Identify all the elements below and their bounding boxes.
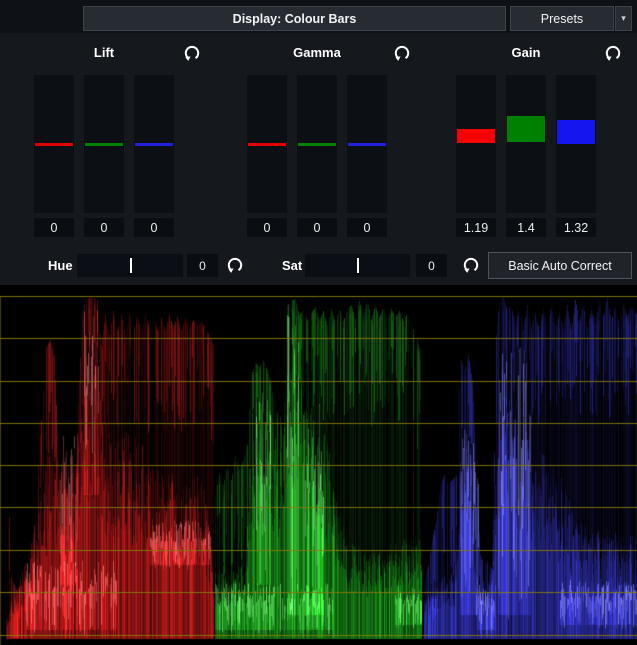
gamma-blue-handle[interactable] bbox=[348, 143, 386, 146]
hue-reset-icon[interactable] bbox=[226, 256, 244, 274]
hue-slider[interactable] bbox=[77, 254, 183, 277]
sat-value[interactable]: 0 bbox=[416, 254, 447, 277]
gamma-reset-icon[interactable] bbox=[393, 44, 411, 62]
gain-red-handle[interactable] bbox=[457, 129, 495, 143]
hue-value[interactable]: 0 bbox=[187, 254, 218, 277]
colour-correction-panel: Display: Colour Bars Presets ▾ Lift 0 0 … bbox=[0, 0, 637, 645]
gain-section-label: Gain bbox=[456, 45, 596, 62]
gamma-red-handle[interactable] bbox=[248, 143, 286, 146]
lift-green-value[interactable]: 0 bbox=[84, 218, 124, 237]
gain-green-value[interactable]: 1.4 bbox=[506, 218, 546, 237]
gamma-green-value[interactable]: 0 bbox=[297, 218, 337, 237]
presets-button[interactable]: Presets bbox=[510, 6, 614, 31]
lift-green-handle[interactable] bbox=[85, 143, 123, 146]
lift-red-value[interactable]: 0 bbox=[34, 218, 74, 237]
lift-section-label: Lift bbox=[34, 45, 174, 62]
gamma-red-value[interactable]: 0 bbox=[247, 218, 287, 237]
gain-green-slider[interactable] bbox=[506, 75, 546, 213]
gain-blue-value[interactable]: 1.32 bbox=[556, 218, 596, 237]
lift-red-handle[interactable] bbox=[35, 143, 73, 146]
hue-label: Hue bbox=[48, 253, 73, 277]
gain-blue-slider[interactable] bbox=[556, 75, 596, 213]
gain-green-handle[interactable] bbox=[507, 116, 545, 142]
gamma-section-label: Gamma bbox=[247, 45, 387, 62]
sat-reset-icon[interactable] bbox=[462, 256, 480, 274]
hue-slider-cursor[interactable] bbox=[130, 258, 132, 273]
gamma-red-slider[interactable] bbox=[247, 75, 287, 213]
header-bar: Display: Colour Bars Presets ▾ bbox=[0, 0, 637, 33]
sat-label: Sat bbox=[282, 253, 302, 277]
gain-red-slider[interactable] bbox=[456, 75, 496, 213]
sat-slider-cursor[interactable] bbox=[357, 258, 359, 273]
lift-blue-slider[interactable] bbox=[134, 75, 174, 213]
presets-dropdown-arrow-icon[interactable]: ▾ bbox=[615, 6, 632, 31]
lift-red-slider[interactable] bbox=[34, 75, 74, 213]
lift-green-slider[interactable] bbox=[84, 75, 124, 213]
gamma-blue-slider[interactable] bbox=[347, 75, 387, 213]
lift-blue-handle[interactable] bbox=[135, 143, 173, 146]
gamma-blue-value[interactable]: 0 bbox=[347, 218, 387, 237]
display-mode-button[interactable]: Display: Colour Bars bbox=[83, 6, 506, 31]
waveform-canvas bbox=[0, 285, 637, 645]
lift-reset-icon[interactable] bbox=[183, 44, 201, 62]
basic-auto-correct-button[interactable]: Basic Auto Correct bbox=[488, 252, 632, 279]
gamma-green-handle[interactable] bbox=[298, 143, 336, 146]
sat-slider[interactable] bbox=[305, 254, 410, 277]
gain-blue-handle[interactable] bbox=[557, 120, 595, 144]
gamma-green-slider[interactable] bbox=[297, 75, 337, 213]
gain-red-value[interactable]: 1.19 bbox=[456, 218, 496, 237]
lift-blue-value[interactable]: 0 bbox=[134, 218, 174, 237]
gain-reset-icon[interactable] bbox=[604, 44, 622, 62]
